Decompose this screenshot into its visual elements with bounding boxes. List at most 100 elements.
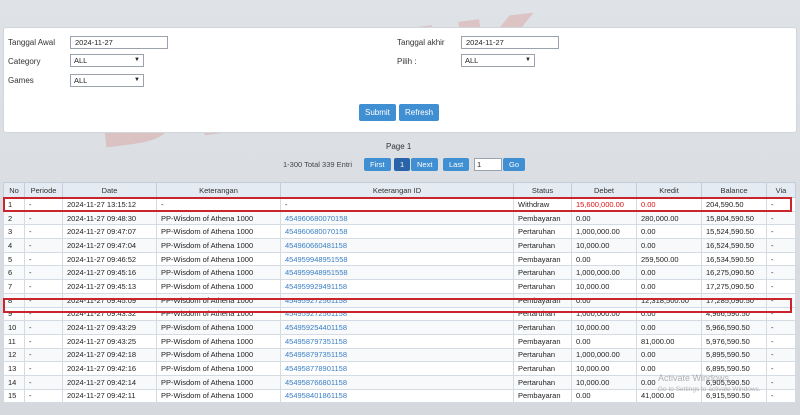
cell-balance: 204,590.50 [701,197,767,212]
table-row[interactable]: 10-2024-11-27 09:43:29 PP-Wisdom of Athen… [3,320,796,335]
cell-date: 2024-11-27 09:42:16 [62,361,157,376]
cell-status: Pertaruhan [513,320,572,335]
cell-via: - [766,292,796,308]
cell-no: 9 [3,306,25,322]
cell-date: 2024-11-27 09:45:09 [62,292,157,308]
cell-keterangan: PP-Wisdom of Athena 1000 [156,292,281,308]
cell-status: Withdraw [513,197,572,212]
cell-kredit: 0.00 [636,320,702,335]
pilih-select[interactable]: ALL ▼ [461,54,535,67]
cell-debet: 0.00 [571,210,637,226]
pilih-select-value: ALL [465,56,479,65]
cell-kredit: 0.00 [636,224,702,240]
cell-status: Pertaruhan [513,279,572,294]
cell-keterangan-id[interactable]: 454959272561158 [280,292,514,308]
table-row[interactable]: 2-2024-11-27 09:48:30 PP-Wisdom of Athena… [3,210,796,226]
cell-keterangan-id[interactable]: 454959948951558 [280,251,514,267]
cell-keterangan-id[interactable]: 454958778901158 [280,361,514,376]
cell-keterangan: PP-Wisdom of Athena 1000 [156,388,281,404]
cell-via: - [766,388,796,404]
table-row[interactable]: 4-2024-11-27 09:47:04 PP-Wisdom of Athena… [3,238,796,253]
tanggal-awal-input[interactable]: 2024-11-27 [70,36,168,49]
table-row[interactable]: 3-2024-11-27 09:47:07 PP-Wisdom of Athena… [3,224,796,240]
cell-keterangan: PP-Wisdom of Athena 1000 [156,347,281,363]
table-row[interactable]: 7-2024-11-27 09:45:13 PP-Wisdom of Athena… [3,279,796,294]
cell-keterangan-id[interactable]: 454960680070158 [280,224,514,240]
category-select[interactable]: ALL ▼ [70,54,144,67]
cell-no: 13 [3,361,25,376]
cell-via: - [766,361,796,376]
go-button[interactable]: Go [503,158,526,171]
cell-date: 2024-11-27 13:15:12 [62,197,157,212]
col-header-no[interactable]: No [3,182,25,198]
cell-kredit: 259,500.00 [636,251,702,267]
cell-via: - [766,374,796,390]
table-row[interactable]: 1-2024-11-27 13:15:12- - Withdraw 15,600,00… [3,197,796,212]
cell-keterangan-id[interactable]: 454960680070158 [280,210,514,226]
col-header-keterangan[interactable]: Keterangan [156,182,281,198]
chevron-down-icon: ▼ [525,57,531,63]
cell-keterangan-id[interactable]: 454958797351158 [280,333,514,349]
col-header-debet[interactable]: Debet [571,182,637,198]
cell-keterangan-id[interactable]: 454959929491158 [280,279,514,294]
cell-kredit: 280,000.00 [636,210,702,226]
table-row[interactable]: 5-2024-11-27 09:46:52 PP-Wisdom of Athena… [3,251,796,267]
cell-via: - [766,251,796,267]
cell-keterangan-id[interactable]: 454959272561158 [280,306,514,322]
cell-no: 7 [3,279,25,294]
col-header-status[interactable]: Status [513,182,572,198]
cell-date: 2024-11-27 09:47:07 [62,224,157,240]
cell-via: - [766,238,796,253]
cell-via: - [766,197,796,212]
cell-periode: - [24,361,63,376]
cell-keterangan-id[interactable]: 454958766801158 [280,374,514,390]
cell-debet: 10,000.00 [571,374,637,390]
col-header-date[interactable]: Date [62,182,157,198]
next-page-button[interactable]: Next [411,158,439,171]
last-page-button[interactable]: Last [443,158,470,171]
cell-date: 2024-11-27 09:43:29 [62,320,157,335]
cell-keterangan: PP-Wisdom of Athena 1000 [156,238,281,253]
table-row[interactable]: 12-2024-11-27 09:42:18 PP-Wisdom of Athen… [3,347,796,363]
cell-keterangan-id[interactable]: 454959948951558 [280,265,514,281]
cell-keterangan: PP-Wisdom of Athena 1000 [156,224,281,240]
cell-no: 15 [3,388,25,404]
cell-debet: 1,000,000.00 [571,265,637,281]
cell-keterangan-id[interactable]: 454958797351158 [280,347,514,363]
cell-status: Pertaruhan [513,224,572,240]
page-number-input[interactable]: 1 [474,158,502,171]
cell-keterangan-id[interactable]: 454959254401158 [280,320,514,335]
first-page-button[interactable]: First [364,158,391,171]
table-row[interactable]: 11-2024-11-27 09:43:25 PP-Wisdom of Athen… [3,333,796,349]
table-row[interactable]: 8-2024-11-27 09:45:09 PP-Wisdom of Athena… [3,292,796,308]
col-header-kredit[interactable]: Kredit [636,182,702,198]
cell-balance: 16,275,090.50 [701,265,767,281]
refresh-button[interactable]: Refresh [399,104,440,121]
cell-periode: - [24,388,63,404]
cell-date: 2024-11-27 09:46:52 [62,251,157,267]
cell-status: Pertaruhan [513,238,572,253]
current-page-button[interactable]: 1 [394,158,411,171]
activate-windows-title: Activate Windows [658,373,730,383]
cell-keterangan-id[interactable]: 454958401861158 [280,388,514,404]
cell-periode: - [24,197,63,212]
cell-keterangan-id: - [280,197,514,212]
table-row[interactable]: 9-2024-11-27 09:43:32 PP-Wisdom of Athena… [3,306,796,322]
col-header-keterangan-id[interactable]: Keterangan ID [280,182,514,198]
col-header-balance[interactable]: Balance [701,182,767,198]
games-select-value: ALL [74,76,88,85]
table-row[interactable]: 6-2024-11-27 09:45:16 PP-Wisdom of Athena… [3,265,796,281]
cell-keterangan-id[interactable]: 454960660481158 [280,238,514,253]
activate-windows-subtitle: Go to Settings to activate Windows. [658,386,761,393]
entries-info: 1-300 Total 339 Entri [283,160,353,169]
games-select[interactable]: ALL ▼ [70,74,144,87]
submit-button[interactable]: Submit [359,104,396,121]
col-header-via[interactable]: Via [766,182,796,198]
tanggal-akhir-input[interactable]: 2024-11-27 [461,36,559,49]
cell-periode: - [24,333,63,349]
cell-kredit: 0.00 [636,306,702,322]
cell-date: 2024-11-27 09:42:18 [62,347,157,363]
cell-date: 2024-11-27 09:42:11 [62,388,157,404]
cell-kredit: 12,318,500.00 [636,292,702,308]
col-header-periode[interactable]: Periode [24,182,63,198]
